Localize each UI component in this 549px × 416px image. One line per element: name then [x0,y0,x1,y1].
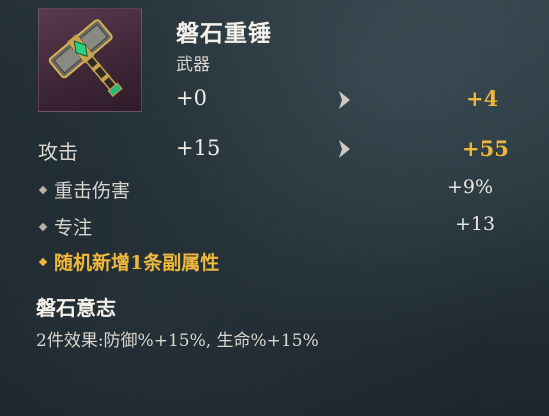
sub-stat-value: +9% [447,176,494,198]
arrow-right-icon [337,139,351,159]
arrow-right-icon [337,90,351,110]
random-substat-text: 随机新增1条副属性 [54,252,220,274]
sub-stat-row: 专注 [36,213,92,240]
random-substat-hint: 随机新增1条副属性 [36,248,219,275]
main-stat-label: 攻击 [38,140,78,164]
item-icon-frame [38,8,142,112]
diamond-bullet-icon [38,222,48,231]
main-stat-next: +55 [462,136,509,161]
main-stat-current: +15 [176,136,221,160]
set-bonus-description: 2件效果:防御%+15%, 生命%+15% [36,331,319,351]
set-bonus-name: 磐石意志 [36,296,116,320]
item-type: 武器 [176,55,210,75]
level-current: +0 [176,86,207,110]
diamond-bullet-icon [38,257,48,266]
sub-stat-row: 重击伤害 [36,176,130,203]
sub-stat-label: 重击伤害 [54,180,131,202]
level-next: +4 [466,86,499,111]
sub-stat-label: 专注 [54,217,93,239]
sub-stat-value: +13 [455,213,496,235]
item-name: 磐石重锤 [176,20,272,47]
war-hammer-icon [48,19,123,97]
diamond-bullet-icon [38,185,48,194]
